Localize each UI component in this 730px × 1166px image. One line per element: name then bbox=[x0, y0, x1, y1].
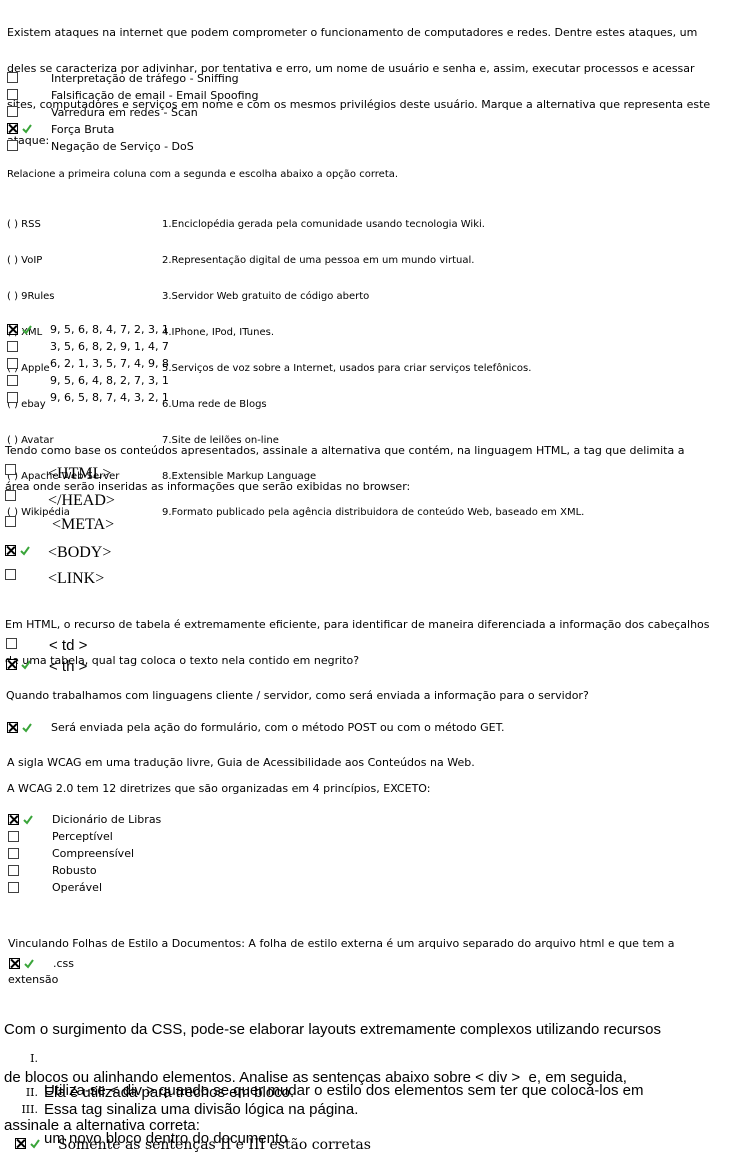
option-label: < th > bbox=[49, 658, 88, 675]
question-2-prompt: Relacione a primeira coluna com a segund… bbox=[7, 169, 399, 180]
match-right-item: 1.Enciclopédia gerada pela comunidade us… bbox=[162, 219, 485, 230]
checked-box-icon[interactable] bbox=[8, 814, 19, 825]
option-label: <BODY> bbox=[48, 544, 112, 561]
green-check-icon bbox=[24, 959, 34, 969]
option-label: 6, 2, 1, 3, 5, 7, 4, 9, 8 bbox=[50, 357, 169, 370]
empty-box-icon[interactable] bbox=[5, 490, 16, 501]
question-6-intro: A sigla WCAG em uma tradução livre, Guia… bbox=[7, 756, 475, 769]
match-right-item: 3.Servidor Web gratuito de código aberto bbox=[162, 291, 370, 302]
statement-number: II. bbox=[25, 1086, 38, 1099]
green-check-icon bbox=[22, 124, 32, 134]
checked-box-icon[interactable] bbox=[9, 958, 20, 969]
checked-box-icon[interactable] bbox=[15, 1138, 26, 1149]
question-6-prompt: A WCAG 2.0 tem 12 diretrizes que são org… bbox=[7, 782, 431, 795]
empty-box-icon[interactable] bbox=[7, 375, 18, 386]
empty-box-icon[interactable] bbox=[5, 569, 16, 580]
option-label: <META> bbox=[52, 516, 115, 533]
option-label: Dicionário de Libras bbox=[52, 813, 162, 826]
option-label: Operável bbox=[52, 881, 103, 894]
empty-box-icon[interactable] bbox=[8, 831, 19, 842]
empty-box-icon[interactable] bbox=[5, 464, 16, 475]
option-label: .css bbox=[53, 957, 75, 970]
option-label: < td > bbox=[49, 637, 88, 654]
option-label: Força Bruta bbox=[51, 123, 115, 136]
option-label: <LINK> bbox=[48, 570, 105, 587]
option-label: Interpretação de tráfego - Sniffing bbox=[51, 72, 239, 85]
match-right-item: 6.Uma rede de Blogs bbox=[162, 399, 267, 410]
option-label: Negação de Serviço - DoS bbox=[51, 140, 194, 153]
empty-box-icon[interactable] bbox=[8, 865, 19, 876]
option-label: Falsificação de email - Email Spoofing bbox=[51, 89, 259, 102]
prompt-line: de uma tabela, qual tag coloca o texto n… bbox=[5, 654, 360, 667]
prompt-line: extensão bbox=[8, 973, 59, 986]
question-7-prompt: Vinculando Folhas de Estilo a Documentos… bbox=[8, 914, 674, 998]
green-check-icon bbox=[22, 723, 32, 733]
prompt-line: Com o surgimento da CSS, pode-se elabora… bbox=[4, 1021, 661, 1038]
checked-box-icon[interactable] bbox=[7, 324, 18, 335]
option-label: Compreensível bbox=[52, 847, 135, 860]
empty-box-icon[interactable] bbox=[5, 516, 16, 527]
empty-box-icon[interactable] bbox=[7, 72, 18, 83]
option-label: </HEAD> bbox=[48, 492, 115, 509]
prompt-line: Vinculando Folhas de Estilo a Documentos… bbox=[8, 937, 675, 950]
checked-box-icon[interactable] bbox=[7, 123, 18, 134]
empty-box-icon[interactable] bbox=[7, 106, 18, 117]
empty-box-icon[interactable] bbox=[7, 89, 18, 100]
option-label: 9, 5, 6, 4, 8, 2, 7, 3, 1 bbox=[50, 374, 169, 387]
option-label: 3, 5, 6, 8, 2, 9, 1, 4, 7 bbox=[50, 340, 169, 353]
prompt-line: Tendo como base os conteúdos apresentado… bbox=[5, 444, 685, 457]
empty-box-icon[interactable] bbox=[8, 848, 19, 859]
empty-box-icon[interactable] bbox=[7, 341, 18, 352]
option-label: 9, 6, 5, 8, 7, 4, 3, 2, 1 bbox=[50, 391, 169, 404]
statement-text: Ela é utilizada para trechos em bloco. bbox=[44, 1084, 295, 1101]
checked-box-icon[interactable] bbox=[6, 659, 17, 670]
option-label: <HTML> bbox=[48, 465, 112, 482]
green-check-icon bbox=[22, 325, 32, 335]
green-check-icon bbox=[20, 546, 30, 556]
match-left-item: ( ) VoIP bbox=[7, 255, 43, 266]
green-check-icon bbox=[23, 815, 33, 825]
option-label: Somente as sentenças II e III estão corr… bbox=[58, 1137, 371, 1153]
statement-number: III. bbox=[21, 1103, 38, 1116]
match-right-item: 2.Representação digital de uma pessoa em… bbox=[162, 255, 475, 266]
statement-text: Essa tag sinaliza uma divisão lógica na … bbox=[44, 1101, 359, 1118]
question-5-prompt: Quando trabalhamos com linguagens client… bbox=[6, 689, 589, 702]
question-4-prompt: Em HTML, o recurso de tabela é extremame… bbox=[5, 595, 710, 679]
option-label: Robusto bbox=[52, 864, 97, 877]
empty-box-icon[interactable] bbox=[6, 638, 17, 649]
option-label: Será enviada pela ação do formulário, co… bbox=[51, 721, 505, 734]
match-right-item: 5.Serviços de voz sobre a Internet, usad… bbox=[162, 363, 532, 374]
prompt-line: Existem ataques na internet que podem co… bbox=[7, 26, 698, 39]
empty-box-icon[interactable] bbox=[7, 358, 18, 369]
green-check-icon bbox=[21, 660, 31, 670]
statement-number: I. bbox=[30, 1052, 38, 1065]
prompt-line: Em HTML, o recurso de tabela é extremame… bbox=[5, 618, 710, 631]
empty-box-icon[interactable] bbox=[7, 140, 18, 151]
empty-box-icon[interactable] bbox=[7, 392, 18, 403]
checked-box-icon[interactable] bbox=[5, 545, 16, 556]
match-right-item: 4.IPhone, IPod, ITunes. bbox=[162, 327, 275, 338]
option-label: Perceptível bbox=[52, 830, 113, 843]
match-left-item: ( ) RSS bbox=[7, 219, 41, 230]
match-left-item: ( ) 9Rules bbox=[7, 291, 55, 302]
green-check-icon bbox=[30, 1139, 40, 1149]
checked-box-icon[interactable] bbox=[7, 722, 18, 733]
option-label: 9, 5, 6, 8, 4, 7, 2, 3, 1 bbox=[50, 323, 169, 336]
match-right-item: 9.Formato publicado pela agência distrib… bbox=[162, 507, 585, 518]
option-label: Varredura em redes - Scan bbox=[51, 106, 198, 119]
empty-box-icon[interactable] bbox=[8, 882, 19, 893]
